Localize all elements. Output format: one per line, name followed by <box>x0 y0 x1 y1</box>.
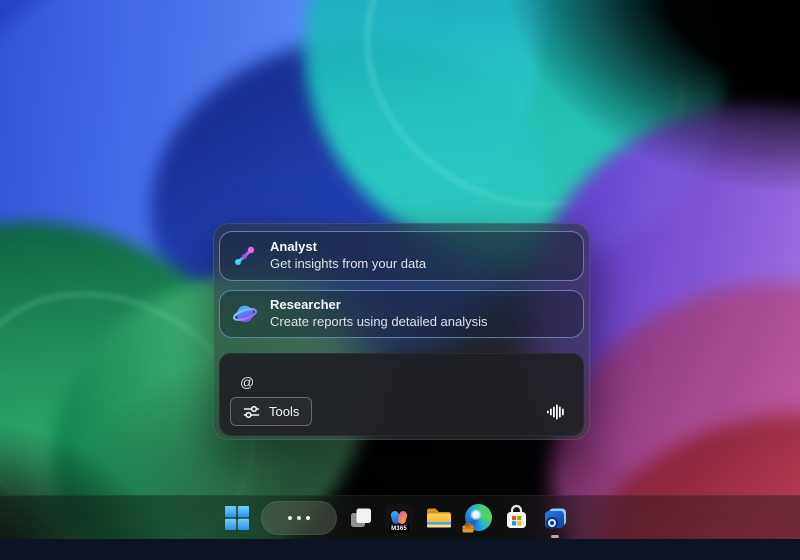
desktop: Analyst Get insights from your data <box>0 0 800 560</box>
taskbar-items: M365 <box>224 496 569 539</box>
ellipsis-icon <box>288 516 310 520</box>
m365-badge: M365 <box>389 525 409 533</box>
agent-title: Analyst <box>270 239 426 256</box>
agent-subtitle: Get insights from your data <box>270 256 426 273</box>
composer-toolbar: Tools <box>230 397 567 426</box>
start-button[interactable] <box>224 505 250 531</box>
task-view-icon <box>348 505 374 531</box>
tools-button[interactable]: Tools <box>230 397 312 426</box>
file-explorer-icon <box>424 505 454 531</box>
m365-copilot-button[interactable]: M365 <box>385 504 413 532</box>
file-explorer-button[interactable] <box>424 505 454 531</box>
agent-card-text: Researcher Create reports using detailed… <box>270 297 488 331</box>
agent-card-researcher[interactable]: Researcher Create reports using detailed… <box>219 290 584 338</box>
outlook-running-indicator <box>551 535 559 538</box>
agent-card-text: Analyst Get insights from your data <box>270 239 426 273</box>
edge-briefcase-badge <box>462 523 474 533</box>
search-pill[interactable] <box>261 501 337 535</box>
agent-subtitle: Create reports using detailed analysis <box>270 314 488 331</box>
analyst-trend-icon <box>232 243 258 269</box>
taskbar: M365 <box>0 495 800 539</box>
m365-copilot-icon: M365 <box>385 504 413 532</box>
researcher-planet-icon <box>232 301 258 327</box>
windows-start-icon <box>224 505 250 531</box>
edge-icon <box>465 504 492 531</box>
mention-at-text: @ <box>240 374 254 390</box>
agent-card-analyst[interactable]: Analyst Get insights from your data <box>219 231 584 281</box>
outlook-button[interactable] <box>541 504 569 532</box>
microsoft-store-icon <box>503 504 530 531</box>
sliders-icon <box>243 405 260 419</box>
edge-button[interactable] <box>465 504 492 531</box>
outlook-icon <box>541 504 569 532</box>
screen-bottom-strip <box>0 539 800 560</box>
copilot-input-box[interactable]: @ Tools <box>219 353 584 436</box>
tools-button-label: Tools <box>269 404 299 419</box>
voice-waveform-icon[interactable] <box>545 401 567 423</box>
agent-title: Researcher <box>270 297 488 314</box>
copilot-flyout: Analyst Get insights from your data <box>213 223 590 440</box>
task-view-button[interactable] <box>348 505 374 531</box>
microsoft-store-button[interactable] <box>503 504 530 531</box>
